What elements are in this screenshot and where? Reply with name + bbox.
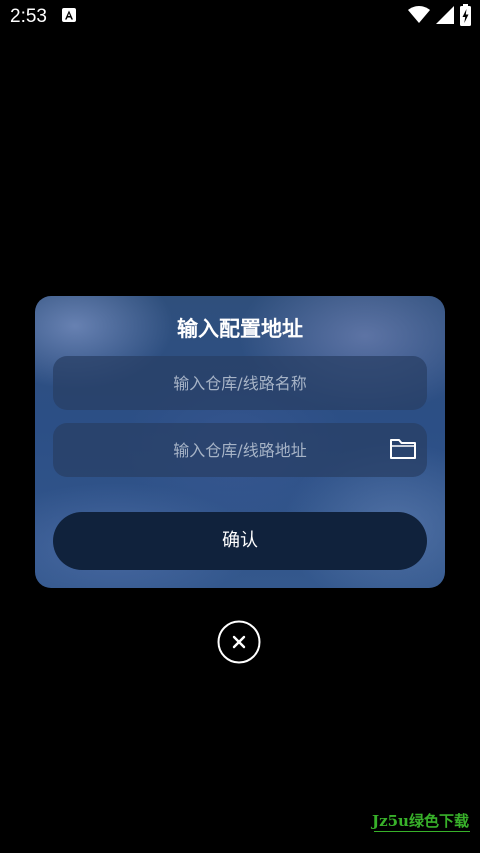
config-dialog: 输入配置地址 确认	[35, 296, 445, 588]
repo-name-input[interactable]	[53, 356, 427, 410]
close-icon[interactable]	[217, 620, 261, 664]
repo-name-field[interactable]	[53, 356, 427, 410]
status-time: 2:53	[10, 6, 47, 27]
repo-url-input[interactable]	[53, 423, 427, 477]
signal-icon	[436, 6, 454, 24]
a-notification-icon	[62, 8, 76, 22]
screen: 2:53 输入配置地址 确认	[0, 0, 480, 853]
folder-icon[interactable]	[389, 437, 417, 461]
dialog-title: 输入配置地址	[177, 317, 303, 341]
wifi-icon	[408, 6, 430, 23]
battery-charging-icon	[460, 4, 471, 26]
watermark: Jz5u绿色下载	[372, 810, 472, 840]
status-bar: 2:53	[0, 0, 480, 34]
repo-url-field[interactable]	[53, 423, 427, 477]
confirm-button[interactable]: 确认	[53, 512, 427, 570]
watermark-text: Jz5u绿色下载	[372, 812, 469, 830]
watermark-underline	[374, 831, 470, 832]
